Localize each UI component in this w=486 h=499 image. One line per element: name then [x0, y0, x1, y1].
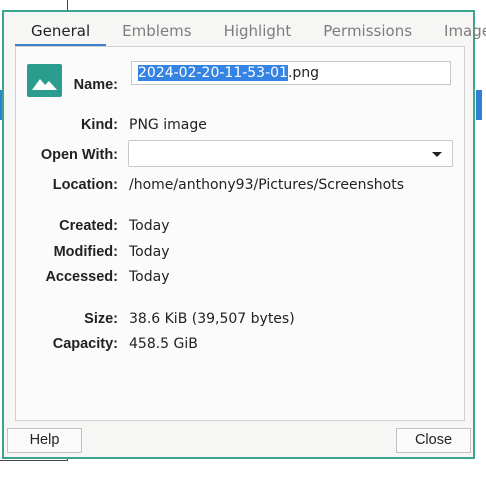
help-button[interactable]: Help — [7, 428, 82, 453]
tab-emblems[interactable]: Emblems — [106, 17, 207, 46]
name-field[interactable]: 2024-02-20-11-53-01.png — [131, 61, 451, 85]
tab-image[interactable]: Image — [428, 17, 486, 46]
location-label: Location: — [52, 177, 118, 193]
capacity-value: 458.5 GiB — [129, 336, 198, 352]
general-panel — [15, 47, 465, 421]
kind-value: PNG image — [129, 117, 207, 133]
background-window-sliver — [476, 90, 482, 120]
tab-bar: General Emblems Highlight Permissions Im… — [15, 17, 486, 47]
name-extension: .png — [287, 65, 320, 81]
name-selected-text: 2024-02-20-11-53-01 — [138, 65, 288, 81]
tab-general[interactable]: General — [15, 17, 107, 46]
open-with-dropdown[interactable] — [128, 140, 453, 167]
tab-permissions[interactable]: Permissions — [307, 17, 428, 46]
close-button[interactable]: Close — [396, 428, 471, 453]
location-value: /home/anthony93/Pictures/Screenshots — [129, 177, 404, 193]
image-file-icon — [27, 64, 62, 97]
modified-label: Modified: — [53, 244, 118, 260]
created-value: Today — [129, 218, 170, 234]
accessed-label: Accessed: — [45, 269, 118, 285]
open-with-label: Open With: — [40, 147, 118, 163]
modified-value: Today — [129, 244, 170, 260]
created-label: Created: — [59, 218, 118, 234]
chevron-down-icon — [432, 152, 442, 157]
tab-highlight[interactable]: Highlight — [208, 17, 308, 46]
size-value: 38.6 KiB (39,507 bytes) — [129, 311, 295, 327]
capacity-label: Capacity: — [52, 336, 118, 352]
accessed-value: Today — [129, 269, 170, 285]
name-label: Name: — [73, 77, 118, 93]
kind-label: Kind: — [80, 117, 118, 133]
size-label: Size: — [84, 311, 118, 327]
